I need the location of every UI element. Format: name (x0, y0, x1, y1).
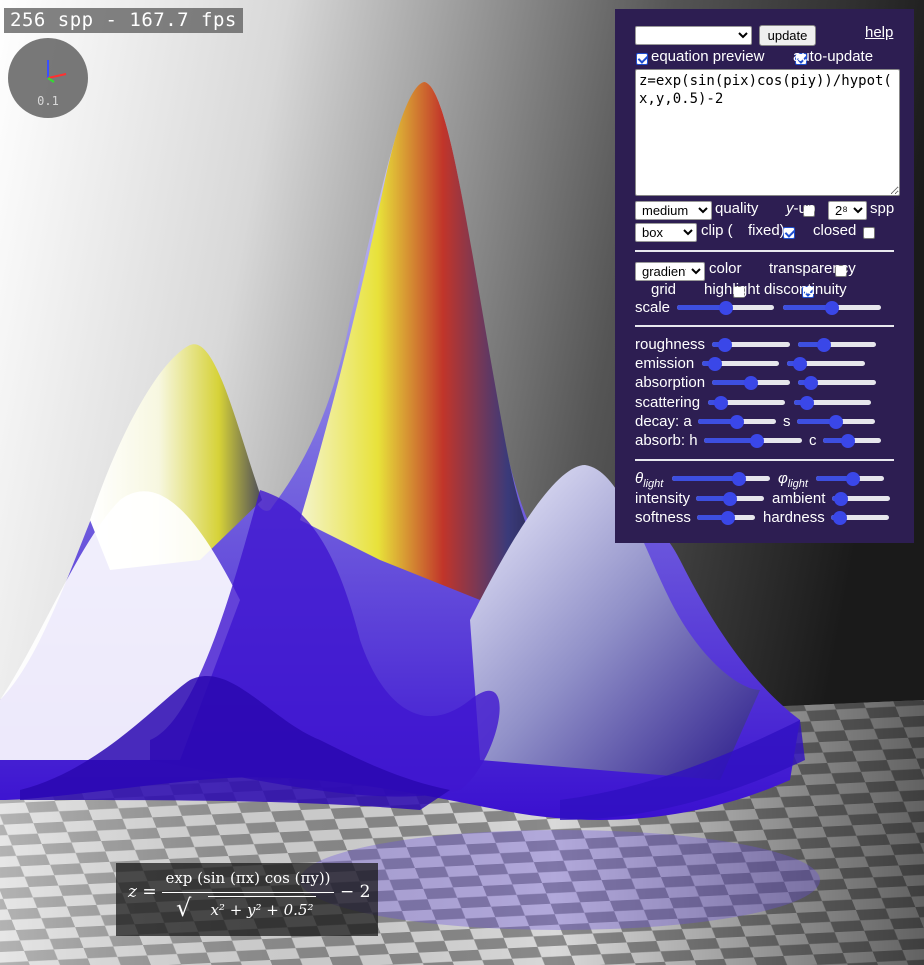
equation-fraction: exp (sin (πx) cos (πy)) √ x² + y² + 0.5² (162, 867, 334, 923)
hardness-label: hardness (763, 509, 825, 526)
help-link[interactable]: help (865, 24, 893, 41)
decay-s-label: s (783, 413, 791, 430)
divider (635, 459, 894, 461)
absorb-c-label: c (809, 432, 817, 449)
fixed-label: fixed) (748, 222, 785, 239)
scattering-slider-2[interactable] (794, 395, 871, 411)
color-select[interactable]: gradient (635, 262, 705, 281)
absorption-slider-1[interactable] (712, 375, 790, 391)
spp-label: spp (870, 200, 895, 217)
roughness-slider-2[interactable] (798, 337, 876, 353)
equation-preview: z = exp (sin (πx) cos (πy)) √ x² + y² + … (116, 863, 378, 936)
spp-select[interactable]: 2⁸ (828, 201, 867, 220)
absorb-c-slider[interactable] (823, 433, 881, 449)
equation-input[interactable] (635, 69, 900, 196)
ambient-slider[interactable] (832, 491, 890, 507)
closed-checkbox[interactable] (862, 227, 875, 239)
absorb-h-slider[interactable] (704, 433, 802, 449)
clip-select[interactable]: box (635, 223, 697, 242)
closed-label: closed (813, 222, 857, 239)
transparency-label: transparency (769, 260, 856, 277)
absorption-slider-2[interactable] (798, 375, 876, 391)
equation-lhs: z = (128, 882, 157, 902)
quality-label: quality (715, 200, 759, 217)
control-panel: update help equation preview auto-update… (615, 9, 914, 543)
scale-slider-1[interactable] (677, 300, 774, 316)
equation-denominator: x² + y² + 0.5² (208, 896, 316, 923)
axes-gizmo[interactable]: 0.1 (8, 38, 88, 118)
scale-slider-2[interactable] (783, 300, 881, 316)
intensity-slider[interactable] (696, 491, 764, 507)
equation-denominator-wrap: √ x² + y² + 0.5² (162, 894, 334, 923)
scattering-slider-1[interactable] (708, 395, 785, 411)
intensity-label: intensity (635, 490, 691, 507)
softness-slider[interactable] (697, 510, 755, 526)
equation-preview-checkbox[interactable] (636, 53, 648, 65)
decay-s-slider[interactable] (797, 414, 875, 430)
decay-a-slider[interactable] (698, 414, 776, 430)
update-button[interactable]: update (759, 25, 816, 46)
grid-label: grid (651, 281, 677, 298)
softness-label: softness (635, 509, 691, 526)
equation-rhs: − 2 (340, 882, 371, 902)
scale-label: scale (635, 299, 671, 316)
roughness-slider-1[interactable] (712, 337, 790, 353)
divider (635, 250, 894, 252)
emission-slider-1[interactable] (702, 356, 779, 372)
emission-slider-2[interactable] (787, 356, 865, 372)
quality-select[interactable]: medium (635, 201, 712, 220)
emission-label: emission (635, 355, 695, 372)
absorb-label: absorb: h (635, 432, 698, 449)
decay-label: decay: a (635, 413, 692, 430)
hardness-slider[interactable] (831, 510, 889, 526)
scattering-label: scattering (635, 394, 701, 411)
axes-scale-label: 0.1 (37, 94, 59, 108)
auto-update-label: auto-update (793, 48, 874, 65)
fraction-bar (162, 892, 334, 893)
preset-select[interactable] (635, 26, 752, 45)
color-label: color (709, 260, 742, 277)
equation-numerator: exp (sin (πx) cos (πy)) (165, 869, 331, 887)
theta-light-slider[interactable] (672, 471, 770, 487)
divider (635, 325, 894, 327)
clip-label: clip ( (701, 222, 733, 239)
equation-preview-label: equation preview (651, 48, 765, 65)
sqrt-icon: √ (176, 894, 192, 922)
y-up-label: y-up (786, 200, 816, 217)
highlight-discontinuity-label: highlight discontinuity (704, 281, 847, 298)
roughness-label: roughness (635, 336, 706, 353)
fps-counter: 256 spp - 167.7 fps (4, 8, 243, 33)
absorption-label: absorption (635, 374, 706, 391)
phi-light-slider[interactable] (816, 471, 884, 487)
ambient-label: ambient (772, 490, 826, 507)
